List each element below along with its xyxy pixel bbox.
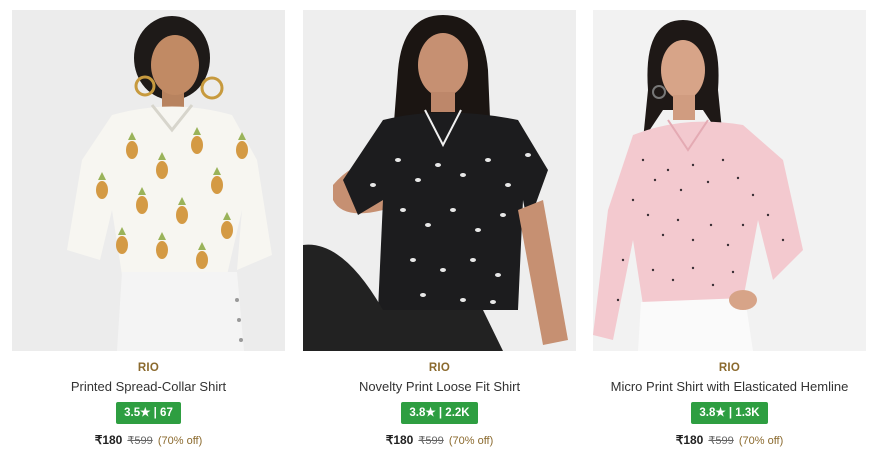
price-row: ₹180 ₹599 (70% off) [303, 433, 576, 447]
sale-price: ₹180 [675, 433, 704, 447]
product-name[interactable]: Printed Spread-Collar Shirt [12, 379, 285, 394]
product-card[interactable]: RIO Printed Spread-Collar Shirt 3.5★ | 6… [12, 10, 285, 450]
rating-badge: 3.5★ | 67 [116, 402, 181, 424]
original-price: ₹599 [418, 435, 444, 447]
product-card[interactable]: RIO Micro Print Shirt with Elasticated H… [593, 10, 866, 450]
price-row: ₹180 ₹599 (70% off) [593, 433, 866, 447]
product-name[interactable]: Micro Print Shirt with Elasticated Hemli… [593, 379, 866, 394]
product-image[interactable] [593, 10, 866, 351]
sale-price: ₹180 [385, 433, 414, 447]
discount-label: (70% off) [157, 435, 203, 447]
rating-badge: 3.8★ | 1.3K [691, 402, 768, 424]
original-price: ₹599 [127, 435, 153, 447]
product-name[interactable]: Novelty Print Loose Fit Shirt [303, 379, 576, 394]
discount-label: (70% off) [738, 435, 784, 447]
rating-badge: 3.8★ | 2.2K [401, 402, 478, 424]
product-grid: RIO Printed Spread-Collar Shirt 3.5★ | 6… [0, 0, 878, 455]
model-photo-pink-shirt [593, 10, 866, 351]
brand-name: RIO [718, 362, 741, 374]
discount-label: (70% off) [448, 435, 494, 447]
sale-price: ₹180 [94, 433, 123, 447]
original-price: ₹599 [708, 435, 734, 447]
brand-name: RIO [428, 362, 451, 374]
brand-name: RIO [137, 362, 160, 374]
price-row: ₹180 ₹599 (70% off) [12, 433, 285, 447]
product-image[interactable] [303, 10, 576, 351]
model-photo-black-shirt [303, 10, 576, 351]
product-card[interactable]: RIO Novelty Print Loose Fit Shirt 3.8★ |… [303, 10, 576, 450]
product-image[interactable] [12, 10, 285, 351]
model-photo-printed-shirt [12, 10, 285, 351]
